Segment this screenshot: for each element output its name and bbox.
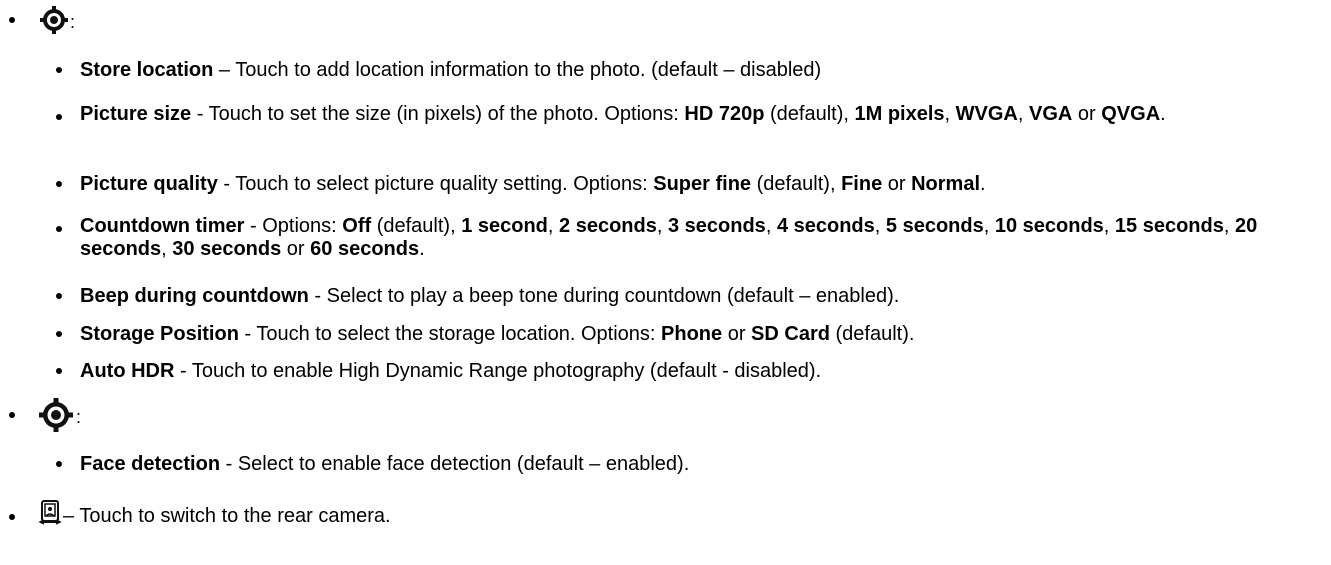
setting-description: Touch to select the storage location. Op… (256, 323, 662, 345)
option-separator: , (1017, 103, 1029, 125)
list-item: Countdown timer - Options: Off (default)… (80, 215, 1310, 261)
list-item: Picture quality - Touch to select pictur… (80, 172, 986, 196)
option-label: 15 seconds (1114, 215, 1224, 237)
separator: - (217, 173, 236, 195)
option-label: WVGA (955, 103, 1018, 125)
option-label: Fine (841, 173, 883, 195)
setting-description: Touch to set the size (in pixels) of the… (208, 103, 685, 125)
setting-title: Picture size (80, 103, 192, 125)
list-item: Store location – Touch to add location i… (80, 58, 821, 82)
setting-title: Beep during countdown (80, 285, 309, 307)
switch-camera-icon (38, 500, 62, 525)
option-label: 1 second (461, 215, 548, 237)
separator: - (174, 360, 192, 382)
option-label: 10 seconds (994, 215, 1104, 237)
bullet-dot (9, 514, 15, 520)
option-label: QVGA (1101, 103, 1161, 125)
option-separator: , (656, 215, 668, 237)
bullet-dot (9, 412, 15, 418)
bullet-dot (56, 114, 62, 120)
bullet-dot (56, 181, 62, 187)
setting-description: Select to enable face detection (default… (237, 453, 690, 475)
separator: - (238, 323, 257, 345)
list-item: Auto HDR - Touch to enable High Dynamic … (80, 359, 821, 383)
separator: - (220, 453, 238, 475)
option-separator: , (983, 215, 995, 237)
option-separator: . (980, 173, 986, 195)
bullet-dot (56, 368, 62, 374)
option-label: Off (342, 215, 372, 237)
option-separator: or (1072, 103, 1102, 125)
option-label: Phone (661, 323, 723, 345)
option-label: 30 seconds (172, 238, 282, 260)
option-separator: , (944, 103, 956, 125)
option-separator: (default), (371, 215, 462, 237)
list-item: Beep during countdown - Select to play a… (80, 284, 899, 308)
setting-description: Touch to enable High Dynamic Range photo… (191, 360, 822, 382)
option-separator: , (161, 238, 173, 260)
option-separator: or (722, 323, 752, 345)
setting-title: Storage Position (80, 323, 239, 345)
option-label: Super fine (653, 173, 752, 195)
option-separator: , (765, 215, 777, 237)
bullet-dot (56, 461, 62, 467)
option-separator: (default). (829, 323, 915, 345)
option-separator: (default), (764, 103, 855, 125)
document-page: : Store location – Touch to add location… (0, 0, 1331, 565)
option-separator: , (1223, 215, 1235, 237)
option-label: 60 seconds (310, 238, 420, 260)
setting-title: Store location (80, 59, 214, 81)
option-separator: . (419, 238, 425, 260)
option-separator: . (1160, 103, 1166, 125)
setting-title: Auto HDR (80, 360, 175, 382)
separator: - (308, 285, 327, 307)
option-separator: , (1103, 215, 1115, 237)
separator: - (244, 215, 263, 237)
option-label: 1M pixels (854, 103, 945, 125)
option-label: 3 seconds (667, 215, 766, 237)
setting-description: Options: (262, 215, 343, 237)
list-item: Storage Position - Touch to select the s… (80, 322, 914, 346)
setting-description: Select to play a beep tone during countd… (326, 285, 900, 307)
list-item: Face detection - Select to enable face d… (80, 452, 689, 476)
option-label: HD 720p (684, 103, 765, 125)
setting-title: Face detection (80, 453, 221, 475)
option-separator: or (281, 238, 311, 260)
gear-icon (40, 6, 68, 34)
option-label: 4 seconds (776, 215, 875, 237)
item-suffix: : (70, 12, 76, 32)
option-separator: , (874, 215, 886, 237)
option-separator: or (882, 173, 912, 195)
option-label: Normal (911, 173, 981, 195)
item-suffix: : (76, 407, 82, 427)
setting-title: Picture quality (80, 173, 218, 195)
bullet-dot (9, 17, 15, 23)
gear-icon (39, 398, 73, 432)
bullet-dot (56, 67, 62, 73)
option-label: SD Card (751, 323, 830, 345)
bullet-dot (56, 331, 62, 337)
bullet-dot (56, 226, 62, 232)
option-label: 5 seconds (885, 215, 984, 237)
separator: – (213, 59, 236, 81)
option-separator: (default), (751, 173, 842, 195)
option-label: 2 seconds (559, 215, 657, 237)
switch-camera-description: – Touch to switch to the rear camera. (63, 505, 391, 527)
setting-description: Touch to add location information to the… (235, 59, 822, 81)
separator: - (191, 103, 209, 125)
setting-title: Countdown timer (80, 215, 245, 237)
option-separator: , (547, 215, 560, 237)
list-item: Picture size - Touch to set the size (in… (80, 103, 1310, 126)
option-label: VGA (1029, 103, 1073, 125)
bullet-dot (56, 293, 62, 299)
setting-description: Touch to select picture quality setting.… (235, 173, 654, 195)
